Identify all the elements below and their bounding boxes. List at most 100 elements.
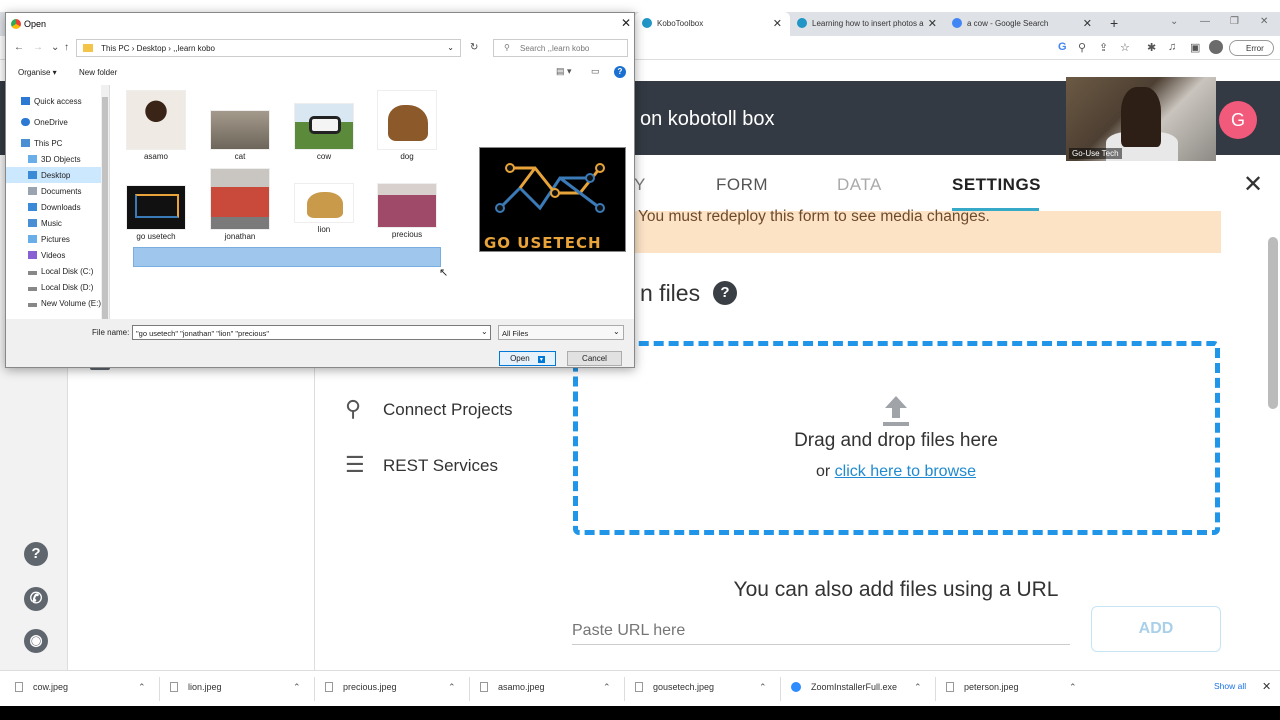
download-item[interactable]: gousetech.jpeg xyxy=(635,682,714,692)
nav-item-local-disk-c[interactable]: Local Disk (C:) xyxy=(6,263,102,279)
download-item[interactable]: peterson.jpeg xyxy=(946,682,1019,692)
file-type-select[interactable]: All Files xyxy=(498,325,624,340)
view-options-icon[interactable]: ▤ ▾ xyxy=(556,66,572,77)
dialog-search-input[interactable]: ⚲ Search ,,learn kobo xyxy=(493,39,628,57)
new-folder-button[interactable]: New folder xyxy=(79,68,117,77)
file-name: jonathan xyxy=(224,232,256,241)
page-scrollbar[interactable] xyxy=(1268,237,1278,409)
add-button[interactable]: ADD xyxy=(1091,606,1221,652)
tab-google-search[interactable]: a cow - Google Search ✕ xyxy=(945,12,1100,36)
open-button[interactable]: Open ▾ xyxy=(499,351,556,366)
download-item[interactable]: asamo.jpeg xyxy=(480,682,545,692)
github-icon[interactable]: ◉ xyxy=(24,629,48,653)
tab-close-icon[interactable]: ✕ xyxy=(928,17,937,30)
shelf-close-icon[interactable]: ✕ xyxy=(1262,680,1271,693)
minimize-icon[interactable]: — xyxy=(1200,16,1210,27)
tab-settings[interactable]: SETTINGS xyxy=(952,175,1041,195)
help-icon[interactable]: ? xyxy=(614,66,626,78)
file-name-dropdown-icon[interactable]: ⌄ xyxy=(481,327,488,336)
bookmark-star-icon[interactable]: ☆ xyxy=(1120,41,1130,54)
tab-summary[interactable]: Y xyxy=(634,175,646,195)
file-name-input[interactable]: "go usetech" "jonathan" "lion" "precious… xyxy=(132,325,491,340)
download-menu-icon[interactable]: ⌃ xyxy=(759,682,767,693)
connect-projects-link[interactable]: Connect Projects xyxy=(383,400,512,420)
download-menu-icon[interactable]: ⌃ xyxy=(603,682,611,693)
refresh-icon[interactable]: ↻ xyxy=(470,42,478,53)
window-close-icon[interactable]: ✕ xyxy=(1260,16,1268,27)
show-all-link[interactable]: Show all xyxy=(1214,681,1246,691)
download-item[interactable]: ZoomInstallerFull.exe xyxy=(791,682,897,692)
nav-item-local-disk-d[interactable]: Local Disk (D:) xyxy=(6,279,102,295)
file-jonathan[interactable]: jonathan xyxy=(210,168,270,241)
file-cow[interactable]: cow xyxy=(294,90,354,161)
tab-search-icon[interactable]: ⌄ xyxy=(1170,16,1178,27)
url-input[interactable] xyxy=(572,617,1070,645)
breadcrumb-desktop[interactable]: Desktop xyxy=(137,44,166,53)
google-lens-icon[interactable]: G xyxy=(1058,41,1067,53)
nav-item-videos[interactable]: Videos xyxy=(6,247,102,263)
back-arrow-icon[interactable]: ← xyxy=(14,42,24,53)
address-dropdown-icon[interactable]: ⌄ xyxy=(447,43,454,52)
tab-data[interactable]: DATA xyxy=(837,175,882,195)
tab-kobotoolbox[interactable]: KoboToolbox ✕ xyxy=(635,12,790,36)
share-icon[interactable]: ⇪ xyxy=(1099,41,1108,54)
browse-link[interactable]: click here to browse xyxy=(835,463,976,480)
download-menu-icon[interactable]: ⌃ xyxy=(293,682,301,693)
file-dog[interactable]: dog xyxy=(377,90,437,161)
nav-item-new-volume-e[interactable]: New Volume (E:) xyxy=(6,295,102,311)
nav-item-3d-objects[interactable]: 3D Objects xyxy=(6,151,102,167)
nav-item-music[interactable]: Music xyxy=(6,215,102,231)
file-thumbnail xyxy=(294,103,354,150)
preview-pane-icon[interactable]: ▭ xyxy=(591,66,600,77)
tab-form[interactable]: FORM xyxy=(716,175,768,195)
nav-item-documents[interactable]: Documents xyxy=(6,183,102,199)
tab-close-icon[interactable]: ✕ xyxy=(773,17,782,30)
sidepanel-icon[interactable]: ▣ xyxy=(1190,41,1200,54)
organise-menu[interactable]: Organise ▾ xyxy=(18,68,57,77)
profile-avatar-icon[interactable] xyxy=(1209,40,1223,54)
dialog-close-icon[interactable]: ✕ xyxy=(621,16,631,30)
banner-text: You must redeploy this form to see media… xyxy=(638,208,990,225)
zoom-icon[interactable]: ⚲ xyxy=(1078,41,1086,54)
tab-learning-photos[interactable]: Learning how to insert photos a ✕ xyxy=(790,12,945,36)
cancel-button[interactable]: Cancel xyxy=(567,351,622,366)
address-bar[interactable]: This PC › Desktop › ,,learn kobo ⌄ xyxy=(76,39,461,57)
nav-item-downloads[interactable]: Downloads xyxy=(6,199,102,215)
forward-arrow-icon[interactable]: → xyxy=(33,42,43,53)
nav-item-pictures[interactable]: Pictures xyxy=(6,231,102,247)
download-item[interactable]: cow.jpeg xyxy=(15,682,68,692)
download-menu-icon[interactable]: ⌃ xyxy=(1069,682,1077,693)
download-menu-icon[interactable]: ⌃ xyxy=(138,682,146,693)
file-precious[interactable]: precious xyxy=(377,183,437,239)
nav-item-quick-access[interactable]: Quick access xyxy=(6,93,102,109)
file-go-usetech[interactable]: go usetech xyxy=(126,175,186,241)
nav-scroll-thumb[interactable] xyxy=(102,97,108,323)
nav-item-onedrive[interactable]: OneDrive xyxy=(6,114,102,130)
file-cat[interactable]: cat xyxy=(210,90,270,161)
close-icon[interactable]: ✕ xyxy=(1243,170,1263,199)
download-menu-icon[interactable]: ⌃ xyxy=(448,682,456,693)
breadcrumb-learn-kobo[interactable]: ,,learn kobo xyxy=(173,44,215,53)
recent-chevron-icon[interactable]: ⌄ xyxy=(51,42,59,53)
media-icon[interactable]: ♫ xyxy=(1168,41,1176,53)
maximize-icon[interactable]: ❐ xyxy=(1230,16,1239,27)
navigation-pane: Quick access OneDrive This PC 3D Objects… xyxy=(6,85,110,319)
file-lion[interactable]: lion xyxy=(294,183,354,234)
user-avatar[interactable]: G xyxy=(1219,101,1257,139)
up-arrow-icon[interactable]: ↑ xyxy=(64,42,69,53)
download-menu-icon[interactable]: ⌃ xyxy=(914,682,922,693)
nav-item-this-pc[interactable]: This PC xyxy=(6,135,102,151)
file-type-chevron-icon[interactable]: ⌄ xyxy=(613,327,620,336)
file-asamo[interactable]: asamo xyxy=(126,90,186,161)
download-item[interactable]: precious.jpeg xyxy=(325,682,397,692)
breadcrumb-this-pc[interactable]: This PC xyxy=(101,44,129,53)
download-item[interactable]: lion.jpeg xyxy=(170,682,222,692)
profile-error-button[interactable]: Error xyxy=(1229,40,1274,56)
extensions-icon[interactable]: ✱ xyxy=(1147,41,1156,54)
new-tab-button[interactable]: + xyxy=(1110,15,1118,31)
nav-item-desktop[interactable]: Desktop xyxy=(6,167,102,183)
help-icon[interactable]: ? xyxy=(713,281,737,305)
tab-close-icon[interactable]: ✕ xyxy=(1083,17,1092,30)
help-icon[interactable]: ? xyxy=(24,542,48,566)
open-dropdown-icon[interactable]: ▾ xyxy=(537,356,545,363)
